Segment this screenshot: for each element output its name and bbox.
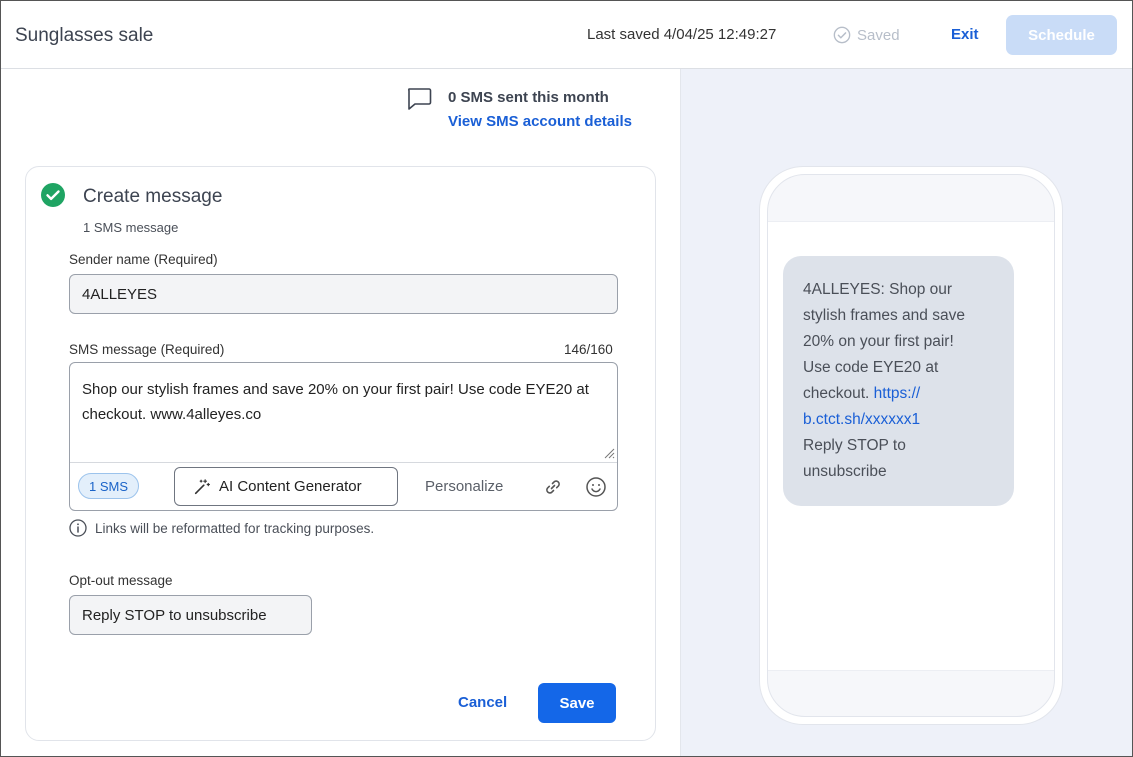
save-button[interactable]: Save: [538, 683, 616, 723]
last-saved-text: Last saved 4/04/25 12:49:27: [587, 26, 777, 43]
optout-message-value: Reply STOP to unsubscribe: [82, 606, 267, 624]
page-title: Sunglasses sale: [15, 25, 154, 46]
preview-line: checkout. https://: [803, 381, 994, 407]
check-circle-icon: [41, 183, 65, 207]
sender-label-text: Sender name: [69, 252, 151, 267]
cancel-button[interactable]: Cancel: [458, 694, 507, 711]
ai-content-generator-button[interactable]: AI Content Generator: [174, 467, 398, 506]
saved-label: Saved: [857, 26, 900, 44]
message-required-text: (Required): [160, 342, 225, 357]
character-counter: 146/160: [564, 342, 613, 357]
sms-message-value: Shop our stylish frames and save 20% on …: [82, 381, 589, 423]
sender-name-label: Sender name (Required): [69, 252, 218, 267]
app-window: Sunglasses sale Last saved 4/04/25 12:49…: [0, 0, 1133, 757]
preview-line: Reply STOP to: [803, 437, 906, 454]
sms-account-details-link[interactable]: View SMS account details: [448, 113, 632, 130]
preview-line: 20% on your first pair!: [803, 333, 954, 350]
message-toolbar: 1 SMS AI Content Generator Personalize: [70, 462, 617, 510]
preview-line: 4ALLEYES: Shop our: [803, 281, 953, 298]
ai-button-label: AI Content Generator: [219, 478, 362, 495]
preview-line: unsubscribe: [803, 463, 887, 480]
emoji-icon[interactable]: [585, 476, 607, 498]
sender-name-value: 4ALLEYES: [82, 285, 158, 303]
optout-message-field[interactable]: Reply STOP to unsubscribe: [69, 595, 312, 635]
preview-line: stylish frames and save: [803, 307, 965, 324]
preview-line: Use code EYE20 at: [803, 359, 939, 376]
saved-check-icon: [833, 26, 851, 44]
sms-preview-bubble: 4ALLEYES: Shop our stylish frames and sa…: [783, 256, 1014, 506]
tracking-note-text: Links will be reformatted for tracking p…: [95, 520, 375, 536]
personalize-button[interactable]: Personalize: [425, 478, 503, 495]
sms-count-badge: 1 SMS: [78, 473, 140, 499]
preview-link[interactable]: b.ctct.sh/xxxxxx1: [803, 407, 994, 433]
preview-link[interactable]: https://: [874, 385, 921, 402]
sms-message-label: SMS message (Required): [69, 342, 224, 357]
sms-sent-count: 0 SMS sent this month: [448, 89, 609, 106]
message-label-text: SMS message: [69, 342, 157, 357]
exit-button[interactable]: Exit: [951, 26, 979, 43]
preview-line-text: checkout.: [803, 385, 874, 402]
card-title: Create message: [83, 186, 223, 207]
saved-status: Saved: [833, 26, 900, 44]
magic-wand-icon: [194, 478, 210, 494]
sms-message-textarea[interactable]: Shop our stylish frames and save 20% on …: [69, 362, 618, 511]
resize-handle-icon[interactable]: [603, 447, 615, 459]
card-subtitle: 1 SMS message: [83, 220, 179, 235]
sender-name-field[interactable]: 4ALLEYES: [69, 274, 618, 314]
info-icon: [69, 519, 87, 537]
optout-label: Opt-out message: [69, 573, 173, 588]
tracking-note: Links will be reformatted for tracking p…: [69, 519, 374, 537]
sender-required-text: (Required): [153, 252, 218, 267]
schedule-button[interactable]: Schedule: [1006, 15, 1117, 55]
top-bar: Sunglasses sale Last saved 4/04/25 12:49…: [1, 1, 1132, 69]
link-icon[interactable]: [543, 477, 563, 497]
chat-icon: [408, 88, 432, 110]
